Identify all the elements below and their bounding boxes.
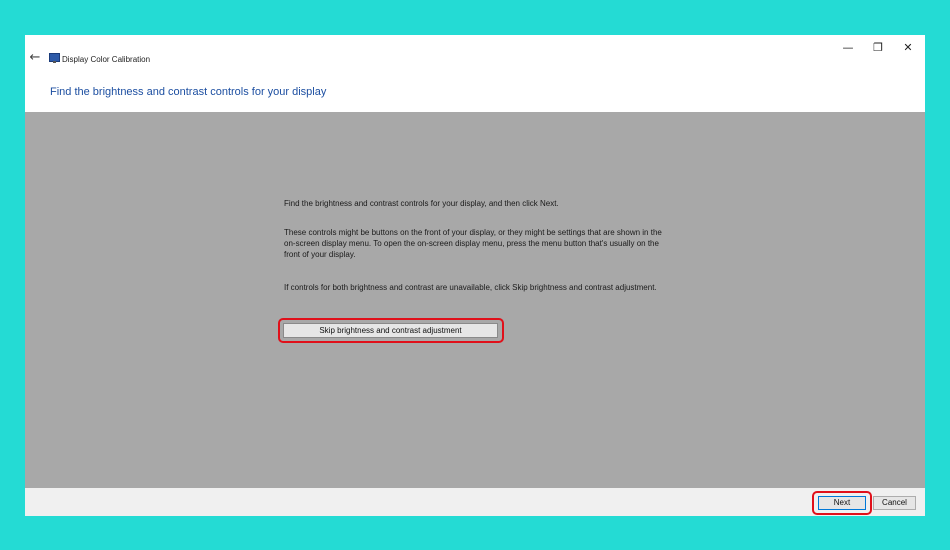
page-heading: Find the brightness and contrast control… [50,86,327,98]
title-bar: ← Display Color Calibration — ❐ ✕ [25,35,925,67]
footer-bar: Next Cancel [25,488,925,516]
instruction-text-3: If controls for both brightness and cont… [284,283,657,292]
next-button[interactable]: Next [818,496,866,510]
restore-icon[interactable]: ❐ [868,40,888,56]
back-arrow-icon[interactable]: ← [29,51,41,64]
calibration-window: ← Display Color Calibration — ❐ ✕ Find t… [25,35,925,516]
cancel-button[interactable]: Cancel [873,496,916,510]
window-title: Display Color Calibration [62,55,151,64]
display-monitor-icon [49,53,60,63]
content-area: Find the brightness and contrast control… [25,112,925,488]
instruction-text-1: Find the brightness and contrast control… [284,199,559,208]
skip-adjustment-button[interactable]: Skip brightness and contrast adjustment [283,323,498,338]
close-icon[interactable]: ✕ [898,40,918,56]
instruction-text-2: These controls might be buttons on the f… [284,228,662,259]
minimize-icon[interactable]: — [838,40,858,56]
